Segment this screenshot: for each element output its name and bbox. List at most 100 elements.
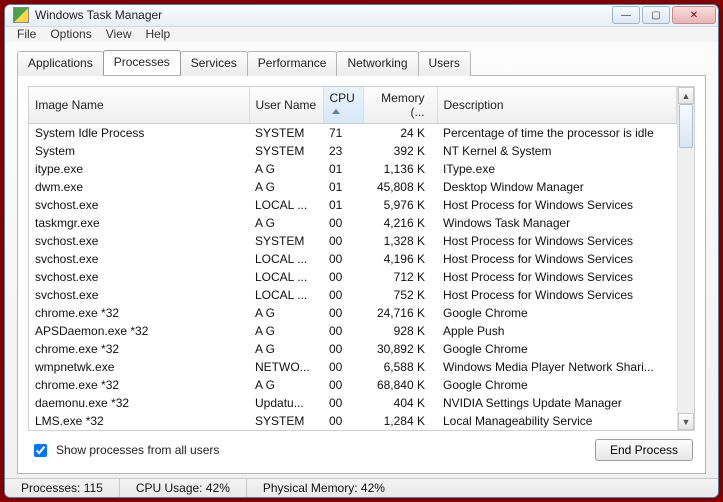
close-icon: ✕	[690, 10, 698, 21]
cell-description: Host Process for Windows Services	[437, 232, 677, 250]
cell-memory: 24,716 K	[363, 304, 437, 322]
col-cpu[interactable]: CPU	[323, 87, 363, 124]
cell-cpu: 00	[323, 286, 363, 304]
cell-cpu: 00	[323, 304, 363, 322]
cell-user-name: SYSTEM	[249, 124, 323, 143]
footer-row: Show processes from all users End Proces…	[28, 431, 695, 463]
cell-description: NT Kernel & System	[437, 142, 677, 160]
cell-user-name: A G	[249, 340, 323, 358]
cell-image-name: chrome.exe *32	[29, 376, 249, 394]
table-row[interactable]: APSDaemon.exe *32A G00928 KApple Push	[29, 322, 677, 340]
tab-applications[interactable]: Applications	[17, 51, 104, 76]
cell-cpu: 00	[323, 232, 363, 250]
tab-networking[interactable]: Networking	[336, 51, 418, 76]
table-row[interactable]: dwm.exeA G0145,808 KDesktop Window Manag…	[29, 178, 677, 196]
cell-memory: 5,976 K	[363, 196, 437, 214]
menu-view[interactable]: View	[106, 27, 132, 41]
minimize-icon: —	[621, 10, 631, 21]
show-all-users-input[interactable]	[34, 444, 47, 457]
cell-image-name: svchost.exe	[29, 232, 249, 250]
cell-user-name: LOCAL ...	[249, 268, 323, 286]
cell-memory: 45,808 K	[363, 178, 437, 196]
cell-user-name: NETWO...	[249, 358, 323, 376]
maximize-button[interactable]: ▢	[642, 6, 670, 24]
cell-image-name: svchost.exe	[29, 286, 249, 304]
cell-cpu: 00	[323, 322, 363, 340]
process-table: Image Name User Name CPU Memory (... Des…	[29, 87, 677, 430]
menu-help[interactable]: Help	[146, 27, 171, 41]
table-row[interactable]: wmpnetwk.exeNETWO...006,588 KWindows Med…	[29, 358, 677, 376]
menu-file[interactable]: File	[17, 27, 36, 41]
table-row[interactable]: svchost.exeLOCAL ...015,976 KHost Proces…	[29, 196, 677, 214]
show-all-users-checkbox[interactable]: Show processes from all users	[30, 441, 219, 460]
col-memory[interactable]: Memory (...	[363, 87, 437, 124]
cell-memory: 4,196 K	[363, 250, 437, 268]
cell-user-name: SYSTEM	[249, 412, 323, 430]
cell-image-name: taskmgr.exe	[29, 214, 249, 232]
status-memory: Physical Memory: 42%	[247, 479, 401, 497]
cell-memory: 24 K	[363, 124, 437, 143]
cell-memory: 4,216 K	[363, 214, 437, 232]
cell-image-name: chrome.exe *32	[29, 304, 249, 322]
scroll-down-button[interactable]: ▼	[678, 413, 694, 430]
cell-memory: 6,588 K	[363, 358, 437, 376]
tab-services[interactable]: Services	[180, 51, 248, 76]
scroll-up-button[interactable]: ▲	[678, 87, 694, 104]
cell-description: Percentage of time the processor is idle	[437, 124, 677, 143]
table-row[interactable]: svchost.exeLOCAL ...00752 KHost Process …	[29, 286, 677, 304]
cell-description: NVIDIA Settings Update Manager	[437, 394, 677, 412]
cell-image-name: dwm.exe	[29, 178, 249, 196]
table-row[interactable]: itype.exeA G011,136 KIType.exe	[29, 160, 677, 178]
cell-image-name: chrome.exe *32	[29, 340, 249, 358]
cell-memory: 712 K	[363, 268, 437, 286]
cell-user-name: LOCAL ...	[249, 250, 323, 268]
cell-cpu: 00	[323, 214, 363, 232]
cell-memory: 1,284 K	[363, 412, 437, 430]
table-row[interactable]: daemonu.exe *32Updatu...00404 KNVIDIA Se…	[29, 394, 677, 412]
table-row[interactable]: svchost.exeLOCAL ...004,196 KHost Proces…	[29, 250, 677, 268]
cell-cpu: 01	[323, 178, 363, 196]
maximize-icon: ▢	[651, 10, 660, 21]
table-row[interactable]: chrome.exe *32A G0068,840 KGoogle Chrome	[29, 376, 677, 394]
cell-image-name: APSDaemon.exe *32	[29, 322, 249, 340]
table-row[interactable]: chrome.exe *32A G0030,892 KGoogle Chrome	[29, 340, 677, 358]
cell-cpu: 00	[323, 412, 363, 430]
cell-description: Host Process for Windows Services	[437, 268, 677, 286]
titlebar[interactable]: Windows Task Manager — ▢ ✕	[5, 5, 718, 27]
close-button[interactable]: ✕	[672, 6, 716, 24]
cell-image-name: svchost.exe	[29, 268, 249, 286]
tab-content: Image Name User Name CPU Memory (... Des…	[17, 75, 706, 474]
cell-user-name: A G	[249, 160, 323, 178]
cell-user-name: Updatu...	[249, 394, 323, 412]
scroll-track[interactable]	[678, 104, 694, 413]
vertical-scrollbar[interactable]: ▲ ▼	[677, 87, 694, 430]
scroll-thumb[interactable]	[679, 104, 693, 148]
table-row[interactable]: System Idle ProcessSYSTEM7124 KPercentag…	[29, 124, 677, 143]
tab-users[interactable]: Users	[418, 51, 471, 76]
table-row[interactable]: svchost.exeLOCAL ...00712 KHost Process …	[29, 268, 677, 286]
end-process-button[interactable]: End Process	[595, 439, 693, 461]
col-user-name[interactable]: User Name	[249, 87, 323, 124]
cell-description: Host Process for Windows Services	[437, 196, 677, 214]
cell-cpu: 00	[323, 340, 363, 358]
table-row[interactable]: chrome.exe *32A G0024,716 KGoogle Chrome	[29, 304, 677, 322]
sort-ascending-icon	[332, 109, 340, 114]
cell-cpu: 00	[323, 394, 363, 412]
cell-cpu: 00	[323, 268, 363, 286]
table-row[interactable]: SystemSYSTEM23392 KNT Kernel & System	[29, 142, 677, 160]
cell-user-name: A G	[249, 322, 323, 340]
cell-description: Google Chrome	[437, 340, 677, 358]
table-row[interactable]: LMS.exe *32SYSTEM001,284 KLocal Manageab…	[29, 412, 677, 430]
col-image-name[interactable]: Image Name	[29, 87, 249, 124]
task-manager-window: Windows Task Manager — ▢ ✕ File Options …	[4, 4, 719, 498]
cell-description: IType.exe	[437, 160, 677, 178]
tab-processes[interactable]: Processes	[103, 50, 181, 75]
table-row[interactable]: taskmgr.exeA G004,216 KWindows Task Mana…	[29, 214, 677, 232]
process-table-wrap: Image Name User Name CPU Memory (... Des…	[28, 86, 695, 431]
table-row[interactable]: svchost.exeSYSTEM001,328 KHost Process f…	[29, 232, 677, 250]
minimize-button[interactable]: —	[612, 6, 640, 24]
cell-memory: 392 K	[363, 142, 437, 160]
col-description[interactable]: Description	[437, 87, 677, 124]
menu-options[interactable]: Options	[50, 27, 91, 41]
tab-performance[interactable]: Performance	[247, 51, 338, 76]
